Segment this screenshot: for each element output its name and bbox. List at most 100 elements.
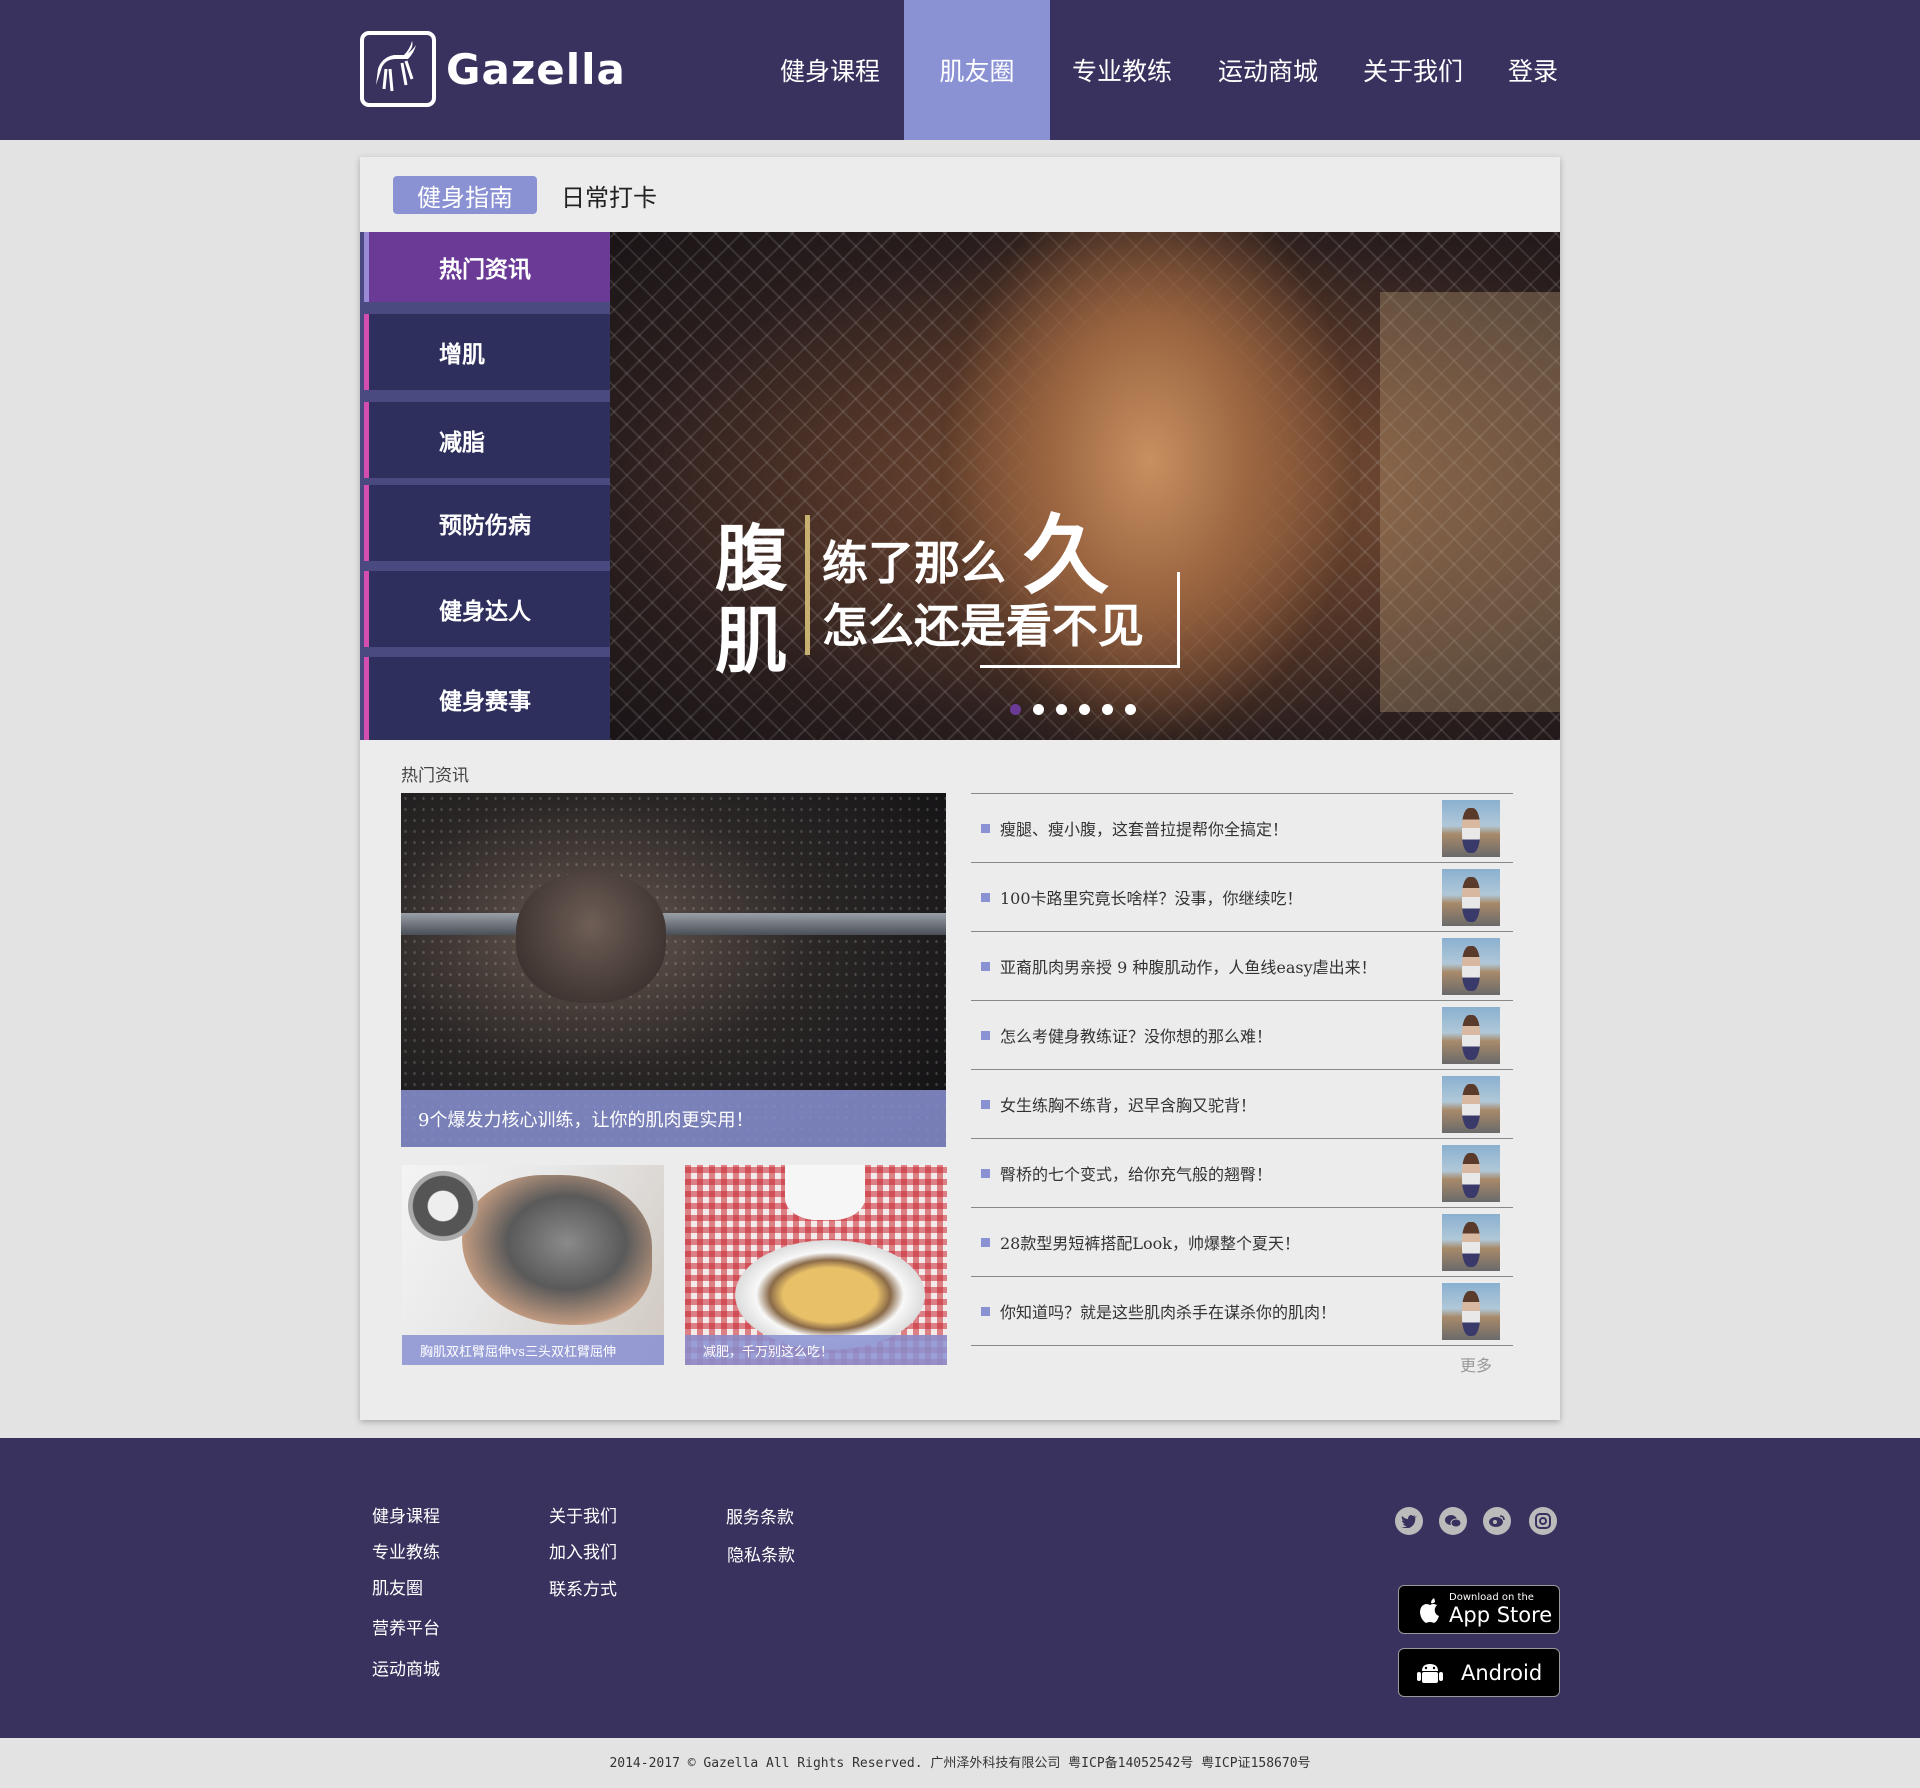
- carousel-dot[interactable]: [1010, 704, 1021, 715]
- android-button[interactable]: Android: [1398, 1648, 1560, 1697]
- footer-link-privacy[interactable]: 隐私条款: [727, 1541, 795, 1566]
- bullet-icon: [981, 1306, 990, 1316]
- list-item[interactable]: 瘦腿、瘦小腹，这套普拉提帮你全搞定！: [971, 794, 1513, 863]
- sidebar-item-fitness-experts[interactable]: 健身达人: [364, 571, 610, 647]
- thumb-caption: 胸肌双杠臂屈伸vs三头双杠臂屈伸: [402, 1335, 664, 1365]
- site-header: Gazella 健身课程 肌友圈 专业教练 运动商城 关于我们 登录: [0, 0, 1920, 140]
- android-label: Android: [1461, 1660, 1543, 1685]
- list-item-title: 亚裔肌肉男亲授 9 种腹肌动作，人鱼线easy虐出来！: [1000, 958, 1377, 977]
- carousel-dots: [1010, 704, 1136, 715]
- footer-link-terms[interactable]: 服务条款: [726, 1503, 794, 1528]
- barbell-image: [401, 913, 946, 935]
- footer-link-courses[interactable]: 健身课程: [372, 1502, 440, 1527]
- article-thumb-diet[interactable]: 减肥，千万别这么吃！: [685, 1165, 947, 1365]
- list-item-title: 100卡路里究竟长啥样？没事，你继续吃！: [1000, 889, 1303, 908]
- bullet-icon: [981, 961, 990, 971]
- banner-line-2: 怎么还是看不见: [822, 599, 1144, 653]
- banner-line-1: 练了那么: [822, 536, 1006, 590]
- wechat-icon[interactable]: [1439, 1507, 1467, 1535]
- footer-link-about[interactable]: 关于我们: [549, 1502, 617, 1527]
- news-section-title: 热门资讯: [401, 766, 469, 786]
- food-plate-image: [735, 1240, 925, 1350]
- footer-link-join[interactable]: 加入我们: [549, 1538, 617, 1563]
- list-item-title: 女生练胸不练背，迟早含胸又驼背！: [1000, 1096, 1257, 1115]
- nav-item-login[interactable]: 登录: [1498, 0, 1568, 140]
- site-footer: [0, 1438, 1920, 1738]
- sidebar-item-fat-loss[interactable]: 减脂: [364, 402, 610, 478]
- list-item[interactable]: 28款型男短裤搭配Look，帅爆整个夏天！: [971, 1208, 1513, 1277]
- guide-tabs: 健身指南 日常打卡: [393, 176, 657, 214]
- nav-item-store[interactable]: 运动商城: [1208, 0, 1328, 140]
- list-item-thumbnail: [1442, 869, 1500, 926]
- gazelle-logo-icon: [360, 31, 436, 107]
- hero-section: 热门资讯 增肌 减脂 预防伤病 健身达人 健身赛事 腹 肌 练了那么 久 怎么还…: [360, 232, 1560, 740]
- tab-daily-checkin[interactable]: 日常打卡: [561, 176, 657, 214]
- footer-link-coaches[interactable]: 专业教练: [372, 1538, 440, 1563]
- brand-name: Gazella: [446, 44, 626, 94]
- list-item-thumbnail: [1442, 1145, 1500, 1202]
- list-item-title: 臀桥的七个变式，给你充气般的翘臀！: [1000, 1165, 1273, 1184]
- carousel-dot[interactable]: [1079, 704, 1090, 715]
- main-nav: 健身课程 肌友圈 专业教练 运动商城 关于我们 登录: [770, 0, 1568, 140]
- bullet-icon: [981, 1237, 990, 1247]
- weibo-icon[interactable]: [1483, 1507, 1511, 1535]
- nav-item-about[interactable]: 关于我们: [1353, 0, 1473, 140]
- hero-banner[interactable]: 腹 肌 练了那么 久 怎么还是看不见: [610, 232, 1560, 740]
- banner-athlete-image: [940, 232, 1360, 740]
- cup-image: [785, 1165, 865, 1220]
- nav-item-courses[interactable]: 健身课程: [770, 0, 890, 140]
- tab-fitness-guide[interactable]: 健身指南: [393, 176, 537, 214]
- article-thumb-dips[interactable]: 胸肌双杠臂屈伸vs三头双杠臂屈伸: [402, 1165, 664, 1365]
- list-item[interactable]: 怎么考健身教练证？没你想的那么难！: [971, 1001, 1513, 1070]
- thumb-caption: 减肥，千万别这么吃！: [685, 1335, 947, 1365]
- bullet-icon: [981, 1099, 990, 1109]
- sidebar-item-fitness-events[interactable]: 健身赛事: [364, 657, 610, 740]
- app-store-button[interactable]: Download on the App Store: [1398, 1585, 1560, 1634]
- list-item-thumbnail: [1442, 800, 1500, 857]
- brand-logo[interactable]: Gazella: [360, 30, 626, 108]
- list-item[interactable]: 亚裔肌肉男亲授 9 种腹肌动作，人鱼线easy虐出来！: [971, 932, 1513, 1001]
- banner-char-2: 肌: [715, 598, 788, 683]
- more-link[interactable]: 更多: [1460, 1352, 1492, 1376]
- list-item[interactable]: 女生练胸不练背，迟早含胸又驼背！: [971, 1070, 1513, 1139]
- list-item-title: 怎么考健身教练证？没你想的那么难！: [1000, 1027, 1273, 1046]
- list-item-thumbnail: [1442, 938, 1500, 995]
- list-item-thumbnail: [1442, 1283, 1500, 1340]
- list-item-thumbnail: [1442, 1007, 1500, 1064]
- bullet-icon: [981, 892, 990, 902]
- instagram-icon[interactable]: [1529, 1507, 1557, 1535]
- banner-frame-bottom: [980, 665, 1180, 668]
- banner-divider: [805, 515, 810, 655]
- list-item[interactable]: 100卡路里究竟长啥样？没事，你继续吃！: [971, 863, 1513, 932]
- list-item[interactable]: 你知道吗？就是这些肌肉杀手在谋杀你的肌肉！: [971, 1277, 1513, 1346]
- footer-link-community[interactable]: 肌友圈: [372, 1574, 423, 1599]
- footer-link-store[interactable]: 运动商城: [372, 1655, 440, 1680]
- twitter-icon[interactable]: [1395, 1507, 1423, 1535]
- list-item-thumbnail: [1442, 1076, 1500, 1133]
- list-item[interactable]: 臀桥的七个变式，给你充气般的翘臀！: [971, 1139, 1513, 1208]
- copyright-text: 2014-2017 © Gazella All Rights Reserved.…: [609, 1756, 1311, 1771]
- category-sidebar: 热门资讯 增肌 减脂 预防伤病 健身达人 健身赛事: [360, 232, 610, 740]
- apple-icon: [1411, 1591, 1449, 1629]
- hand-image: [516, 873, 666, 1003]
- footer-link-nutrition[interactable]: 营养平台: [372, 1614, 440, 1639]
- sidebar-item-injury-prevention[interactable]: 预防伤病: [364, 485, 610, 561]
- feature-article-card[interactable]: 9个爆发力核心训练，让你的肌肉更实用！: [401, 793, 946, 1147]
- carousel-dot[interactable]: [1102, 704, 1113, 715]
- appstore-big-label: App Store: [1449, 1603, 1553, 1627]
- carousel-dot[interactable]: [1056, 704, 1067, 715]
- bullet-icon: [981, 1030, 990, 1040]
- sidebar-item-muscle-gain[interactable]: 增肌: [364, 314, 610, 390]
- sidebar-item-hot-news[interactable]: 热门资讯: [364, 232, 610, 302]
- nav-item-coaches[interactable]: 专业教练: [1062, 0, 1182, 140]
- nav-item-community[interactable]: 肌友圈: [904, 0, 1050, 140]
- thumb-image: [462, 1175, 652, 1325]
- footer-link-contact[interactable]: 联系方式: [549, 1575, 617, 1600]
- list-item-title: 你知道吗？就是这些肌肉杀手在谋杀你的肌肉！: [1000, 1303, 1337, 1322]
- bullet-icon: [981, 823, 990, 833]
- carousel-dot[interactable]: [1033, 704, 1044, 715]
- feature-caption: 9个爆发力核心训练，让你的肌肉更实用！: [401, 1090, 946, 1147]
- list-item-title: 瘦腿、瘦小腹，这套普拉提帮你全搞定！: [1000, 820, 1289, 839]
- news-list: 瘦腿、瘦小腹，这套普拉提帮你全搞定！ 100卡路里究竟长啥样？没事，你继续吃！ …: [971, 793, 1513, 1346]
- carousel-dot[interactable]: [1125, 704, 1136, 715]
